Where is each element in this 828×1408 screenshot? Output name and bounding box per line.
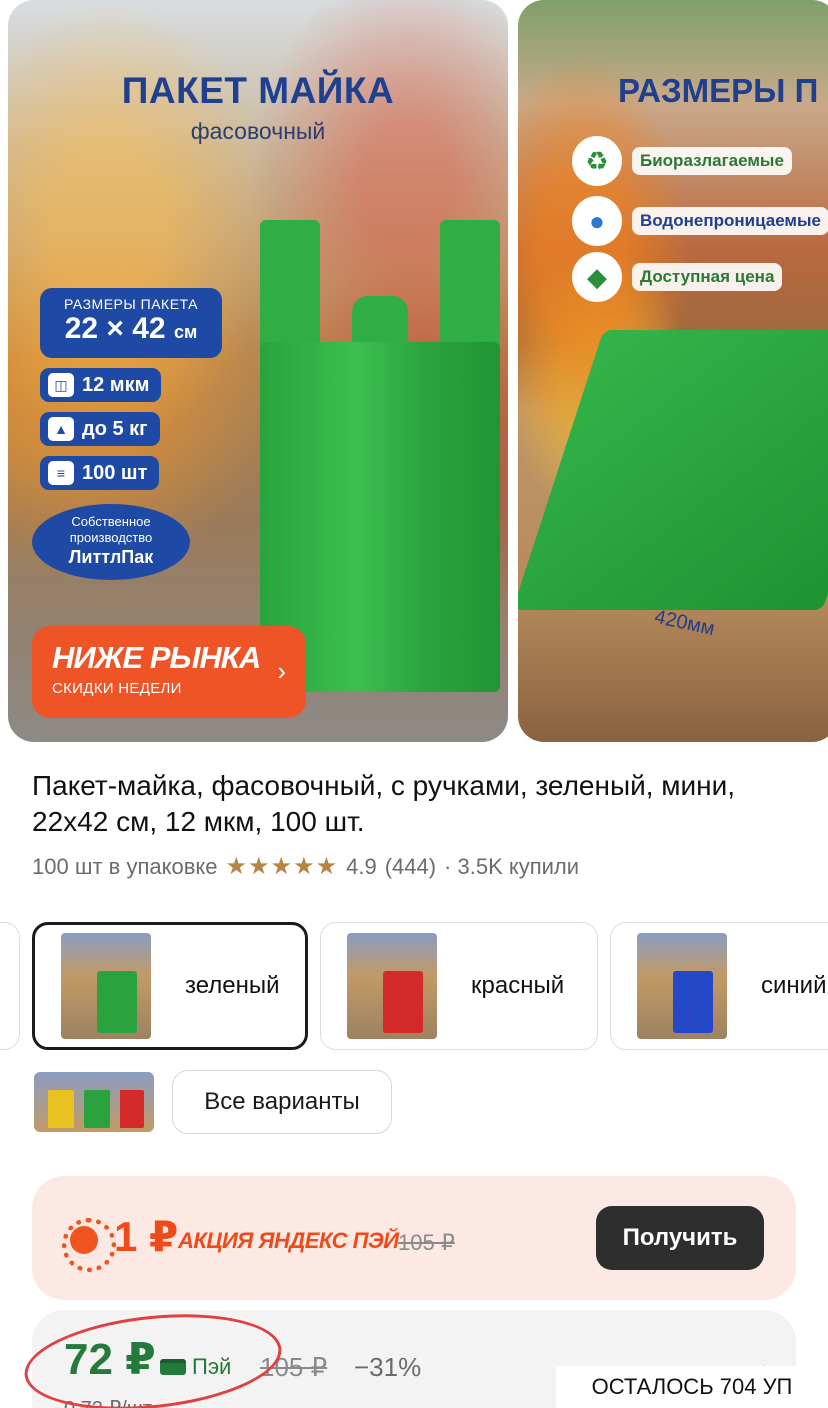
yandex-pay-promo: 1 ₽ АКЦИЯ ЯНДЕКС ПЭЙ 105 ₽ Получить <box>32 1176 796 1300</box>
feature-affordable: ◆ Доступная цена <box>572 252 783 302</box>
package-info: 100 шт в упаковке <box>32 853 218 879</box>
feature-waterproof: ● Водонепроницаемые <box>572 196 828 246</box>
spec-count: ≡ 100 шт <box>40 456 160 490</box>
promo-price: 1 ₽ <box>114 1213 179 1260</box>
gallery-slide-1[interactable]: ПАКЕТ МАЙКА фасовочный РАЗМЕРЫ ПАКЕТА 22… <box>8 0 508 742</box>
water-drop-icon: ● <box>572 196 622 246</box>
slide-subtitle: фасовочный <box>190 118 326 144</box>
variant-option-green[interactable]: зеленый <box>32 922 308 1050</box>
promo-title: НИЖЕ РЫНКА <box>52 640 261 675</box>
spec-thickness: ◫ 12 мкм <box>40 368 162 402</box>
bag-icon: ◫ <box>48 373 74 397</box>
all-variants-button[interactable]: Все варианты <box>172 1070 392 1134</box>
variant-option-offscreen[interactable] <box>0 922 20 1050</box>
discount-badge: −31% <box>354 1352 422 1382</box>
image-gallery[interactable]: ПАКЕТ МАЙКА фасовочный РАЗМЕРЫ ПАКЕТА 22… <box>0 0 828 744</box>
weight-icon: ▲ <box>48 417 74 441</box>
rating-stars-icon[interactable]: ★★★★★ <box>226 852 339 881</box>
product-title: Пакет-майка, фасовочный, с ручками, зеле… <box>32 770 736 837</box>
price-tag-icon: ◆ <box>572 252 622 302</box>
variant-thumbnail <box>637 933 727 1039</box>
stock-remaining: ОСТАЛОСЬ 704 УП <box>556 1366 828 1408</box>
rating-value[interactable]: 4.9 <box>346 854 377 880</box>
variant-option-red[interactable]: красный <box>320 922 598 1050</box>
get-button[interactable]: Получить <box>596 1206 764 1270</box>
size-value: 22 × 42 см <box>64 312 198 345</box>
feature-biodegradable: ♻ Биоразлагаемые <box>572 136 792 186</box>
spec-weight: ▲ до 5 кг <box>40 412 160 446</box>
size-badge: РАЗМЕРЫ ПАКЕТА 22 × 42 см <box>40 288 222 358</box>
variant-thumbnail <box>61 933 151 1039</box>
reviews-count[interactable]: (444) <box>385 854 436 880</box>
variant-thumbnail <box>347 933 437 1039</box>
product-meta: 100 шт в упаковке ★★★★★ 4.9 (444) · 3.5K… <box>32 852 579 881</box>
promo-old-price: 105 ₽ <box>398 1230 455 1255</box>
mini-variant-yellow[interactable] <box>34 1072 84 1132</box>
promo-subtitle: СКИДКИ НЕДЕЛИ <box>52 680 182 697</box>
variant-label: синий <box>761 972 827 999</box>
bought-count: · 3.5K купили <box>444 853 580 879</box>
gallery-slide-2[interactable]: РАЗМЕРЫ П ♻ Биоразлагаемые ● Водонепрони… <box>518 0 828 742</box>
recycle-icon: ♻ <box>572 136 622 186</box>
variant-option-blue[interactable]: синий <box>610 922 828 1050</box>
bag-image <box>518 330 828 610</box>
below-market-promo[interactable]: НИЖЕ РЫНКА СКИДКИ НЕДЕЛИ › <box>32 626 306 718</box>
size-label: РАЗМЕРЫ ПАКЕТА <box>64 296 198 312</box>
variant-label: красный <box>471 972 565 999</box>
flower-icon <box>62 1218 116 1272</box>
chevron-right-icon: › <box>277 656 286 686</box>
slide-title: РАЗМЕРЫ П <box>618 72 819 109</box>
slide-title: ПАКЕТ МАЙКА <box>121 70 395 111</box>
bag-handle-right <box>440 220 500 360</box>
variant-label: зеленый <box>185 972 280 999</box>
promo-label: АКЦИЯ ЯНДЕКС ПЭЙ <box>178 1228 399 1253</box>
bag-handle-left <box>260 220 320 360</box>
own-production-badge: Собственное производство ЛиттлПак <box>32 504 190 580</box>
dimension-label: 420мм <box>652 605 717 641</box>
stack-icon: ≡ <box>48 461 74 485</box>
